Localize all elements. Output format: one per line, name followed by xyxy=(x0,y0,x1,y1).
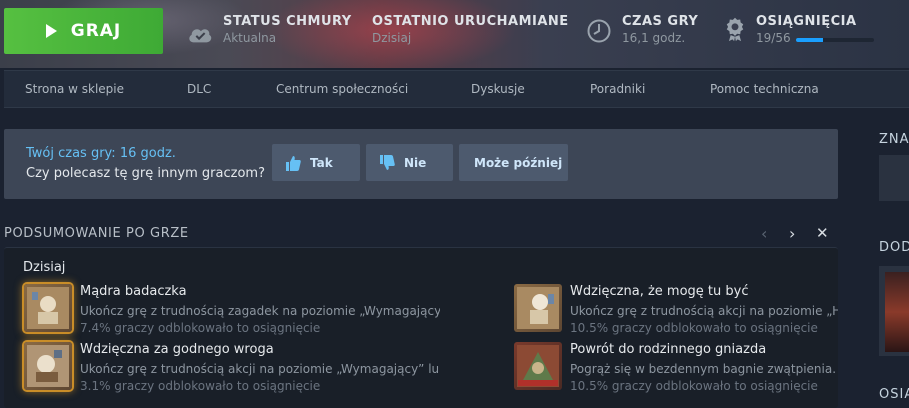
post-game-summary-title: PODSUMOWANIE PO GRZE xyxy=(4,226,189,241)
achievement-unlock-percent: 3.1% graczy odblokowało to osiągnięcie xyxy=(80,379,321,393)
achievement-description: Ukończ grę z trudnością akcji na poziomi… xyxy=(80,362,440,376)
thumbs-down-icon xyxy=(380,154,395,170)
right-sidebar: ZNA DOD OSIA xyxy=(868,110,909,408)
achievement-icon xyxy=(24,284,72,332)
achievements-progress-fill xyxy=(796,38,823,42)
play-time: CZAS GRY 16,1 godz. xyxy=(622,14,698,45)
chevron-right-icon[interactable]: › xyxy=(789,224,795,243)
cloud-status-title: STATUS CHMURY xyxy=(223,14,352,29)
game-nav-bar: Strona w sklepie DLC Centrum społecznośc… xyxy=(4,70,909,108)
cloud-check-icon xyxy=(189,29,212,43)
recommend-yes-button[interactable]: Tak xyxy=(272,144,360,181)
post-game-summary-panel: Dzisiaj Mądra badaczka Ukończ grę z trud… xyxy=(4,247,838,408)
nav-store-page[interactable]: Strona w sklepie xyxy=(25,82,124,96)
achievement-icon xyxy=(24,342,72,390)
dlc-thumbnail[interactable] xyxy=(885,272,909,352)
achievement-item[interactable]: Mądra badaczka Ukończ grę z trudnością z… xyxy=(24,284,444,338)
last-run-value: Dzisiaj xyxy=(372,31,412,45)
sidebar-section-achievements: OSIA xyxy=(879,387,909,402)
achievement-unlock-percent: 10.5% graczy odblokowało to osiągnięcie xyxy=(570,379,818,393)
achievements-progress-bar xyxy=(796,38,874,42)
cloud-status-value: Aktualna xyxy=(223,31,277,45)
sidebar-section-dlc: DOD xyxy=(879,240,909,255)
nav-support[interactable]: Pomoc techniczna xyxy=(710,82,819,96)
cloud-status: STATUS CHMURY Aktualna xyxy=(223,14,352,45)
recommend-no-button[interactable]: Nie xyxy=(366,144,453,181)
sidebar-section-friends: ZNA xyxy=(879,132,909,147)
play-label: GRAJ xyxy=(70,21,122,41)
achievement-medal-icon xyxy=(726,17,744,42)
recommend-later-button[interactable]: Może później xyxy=(459,144,568,181)
nav-community-hub[interactable]: Centrum społeczności xyxy=(276,82,408,96)
clock-icon xyxy=(587,19,611,43)
nav-discussions[interactable]: Dyskusje xyxy=(471,82,525,96)
recommend-no-label: Nie xyxy=(404,155,427,170)
summary-day-label: Dzisiaj xyxy=(23,260,66,275)
close-icon[interactable]: ✕ xyxy=(816,224,829,242)
achievement-icon xyxy=(514,284,562,332)
recommend-question: Czy polecasz tę grę innym graczom? xyxy=(26,166,265,181)
achievement-icon xyxy=(514,342,562,390)
achievement-name: Mądra badaczka xyxy=(80,284,187,299)
recommend-panel: Twój czas gry: 16 godz. Czy polecasz tę … xyxy=(4,129,838,199)
achievement-description: Ukończ grę z trudnością zagadek na pozio… xyxy=(80,304,440,318)
achievement-description: Ukończ grę z trudnością akcji na poziomi… xyxy=(570,304,838,318)
sidebar-dlc-box[interactable] xyxy=(879,266,909,356)
sidebar-friends-box[interactable] xyxy=(879,155,909,201)
game-library-page: GRAJ STATUS CHMURY Aktualna OSTATNIO URU… xyxy=(0,0,909,408)
achievement-description: Pogrąż się w bezdennym bagnie zwątpienia… xyxy=(570,362,837,376)
nav-dlc[interactable]: DLC xyxy=(187,82,211,96)
achievement-name: Wdzięczna za godnego wroga xyxy=(80,342,274,357)
achievement-name: Powrót do rodzinnego gniazda xyxy=(570,342,767,357)
play-icon xyxy=(45,24,57,38)
nav-guides[interactable]: Poradniki xyxy=(590,82,645,96)
recommend-yes-label: Tak xyxy=(310,155,333,170)
play-time-value: 16,1 godz. xyxy=(622,31,686,45)
achievement-unlock-percent: 10.5% graczy odblokowało to osiągnięcie xyxy=(570,321,818,335)
achievement-name: Wdzięczna, że mogę tu być xyxy=(570,284,749,299)
thumbs-up-icon xyxy=(286,155,301,171)
achievement-item[interactable]: Wdzięczna, że mogę tu być Ukończ grę z t… xyxy=(514,284,838,338)
recommend-playtime: Twój czas gry: 16 godz. xyxy=(26,146,176,161)
recommend-later-label: Może później xyxy=(474,155,563,170)
achievements-title: OSIĄGNIĘCIA xyxy=(756,14,857,29)
achievement-unlock-percent: 7.4% graczy odblokowało to osiągnięcie xyxy=(80,321,321,335)
last-run-title: OSTATNIO URUCHAMIANE xyxy=(372,14,569,29)
achievement-item[interactable]: Powrót do rodzinnego gniazda Pogrąż się … xyxy=(514,342,838,396)
play-time-title: CZAS GRY xyxy=(622,14,699,29)
achievement-item[interactable]: Wdzięczna za godnego wroga Ukończ grę z … xyxy=(24,342,444,396)
last-run: OSTATNIO URUCHAMIANE Dzisiaj xyxy=(372,14,569,45)
chevron-left-icon[interactable]: ‹ xyxy=(761,224,767,243)
play-button[interactable]: GRAJ xyxy=(4,8,163,54)
